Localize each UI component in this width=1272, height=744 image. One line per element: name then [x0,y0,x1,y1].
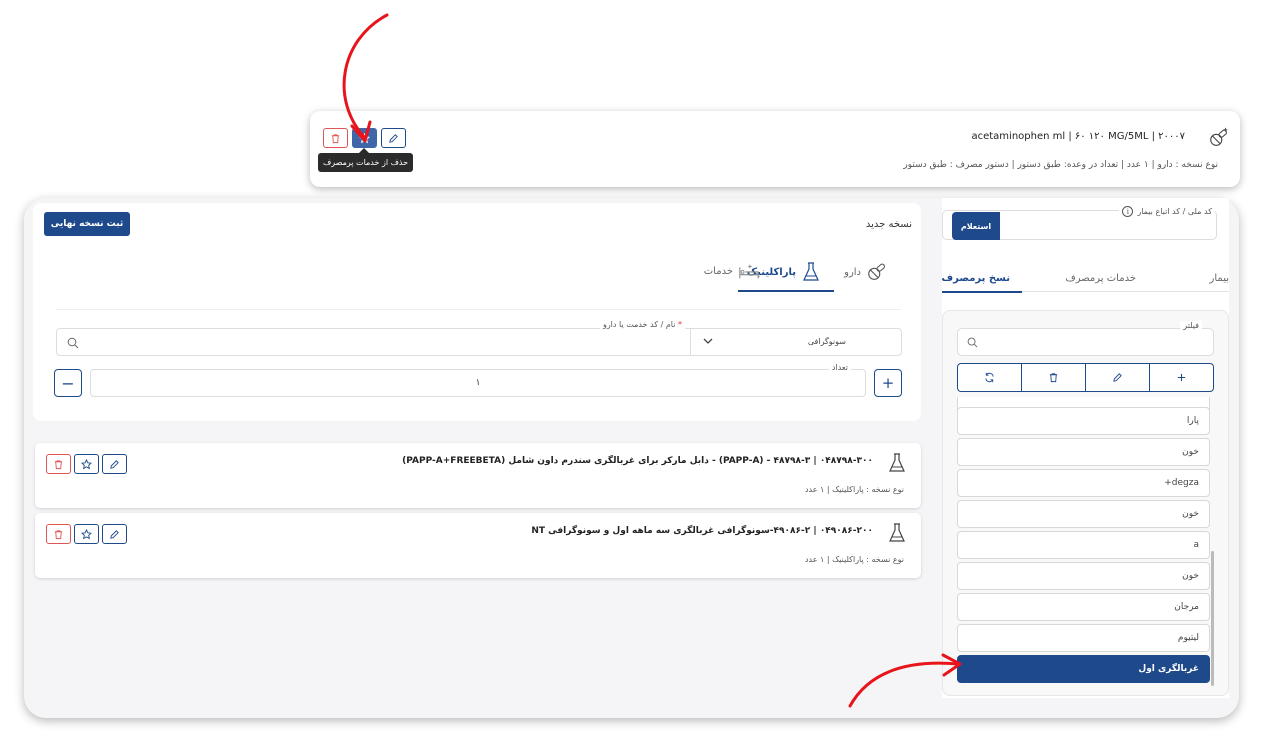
annotation-arrows [342,13,962,708]
annotation-arrow-top [342,13,389,140]
annotation-arrow-bottom [848,661,960,708]
